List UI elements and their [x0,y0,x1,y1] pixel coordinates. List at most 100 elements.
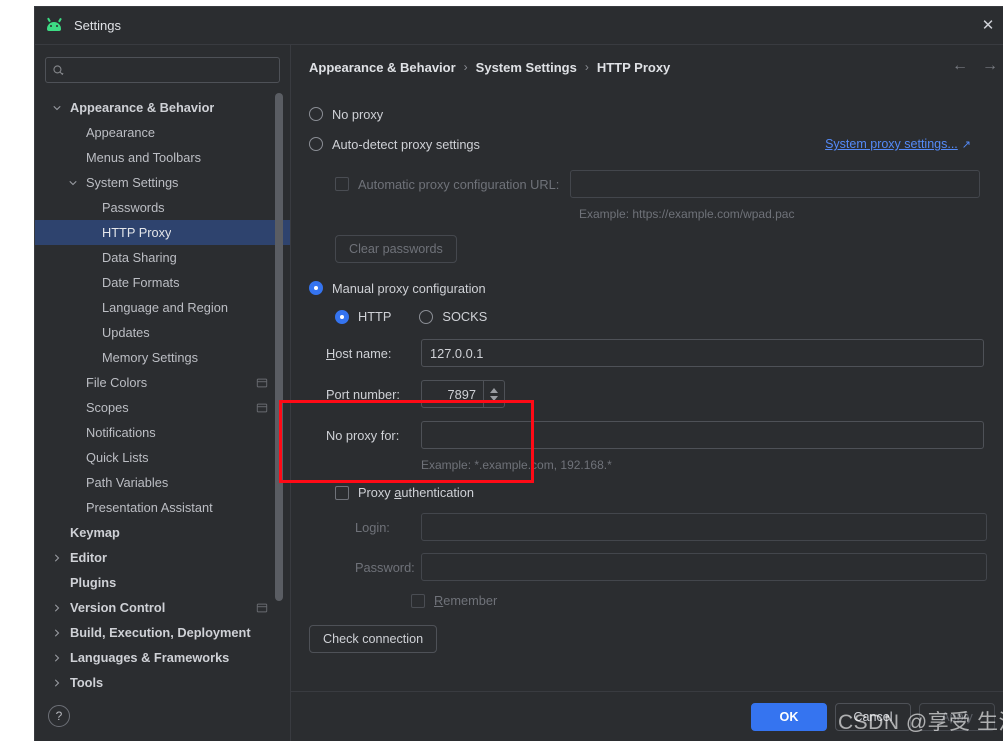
auto-config-url-row: Automatic proxy configuration URL: [309,170,987,198]
port-number-label: Port number: [326,386,400,402]
sidebar-item-label: HTTP Proxy [102,225,172,240]
sidebar-item-label: File Colors [86,375,148,390]
dialog-titlebar: Settings ✕ [35,7,1003,45]
spinner-down-icon[interactable] [490,395,498,401]
auto-config-url-input[interactable] [570,170,980,198]
manual-proxy-radio[interactable] [309,281,323,295]
sidebar-item-label: Notifications [86,425,156,440]
host-name-input[interactable]: 127.0.0.1 [421,339,984,367]
breadcrumb-item-1[interactable]: System Settings [476,60,577,75]
sidebar-item-label: Path Variables [86,475,169,490]
http-proxy-form: No proxy Auto-detect proxy settings Syst… [279,89,1003,691]
auto-detect-radio[interactable] [309,137,323,151]
sidebar-item-updates[interactable]: Updates [35,320,290,345]
port-number-input[interactable]: 7897 [421,380,483,408]
sidebar-item-plugins[interactable]: Plugins [35,570,290,595]
port-number-spin-buttons[interactable] [483,380,505,408]
sidebar-item-label: Updates [102,325,150,340]
check-connection-button[interactable]: Check connection [309,625,438,653]
sidebar-scrollbar-thumb[interactable] [275,93,283,601]
password-input[interactable] [421,553,987,581]
option-auto-detect[interactable]: Auto-detect proxy settings System proxy … [309,129,987,159]
host-name-row: Host name: 127.0.0.1 [309,339,987,367]
system-proxy-settings-link[interactable]: System proxy settings... ↗ [825,137,971,151]
sidebar-item-file-colors[interactable]: File Colors [35,370,290,395]
forward-arrow-icon[interactable]: → [981,58,999,74]
sidebar-item-tools[interactable]: Tools [35,670,290,691]
chevron-right-icon[interactable] [49,603,65,613]
sidebar-item-path-variables[interactable]: Path Variables [35,470,290,495]
sidebar-item-quick-lists[interactable]: Quick Lists [35,445,290,470]
close-icon[interactable]: ✕ [973,7,1003,43]
proxy-authentication-row[interactable]: Proxy authentication [309,485,987,500]
sidebar-item-language-and-region[interactable]: Language and Region [35,295,290,320]
project-scope-icon [256,402,268,417]
help-row: ? [35,691,290,741]
breadcrumb-item-0[interactable]: Appearance & Behavior [309,60,456,75]
spinner-up-icon[interactable] [490,387,498,393]
sidebar-item-appearance-behavior[interactable]: Appearance & Behavior [35,95,290,120]
breadcrumb-item-2[interactable]: HTTP Proxy [597,60,670,75]
search-input[interactable] [65,62,273,78]
sidebar-item-label: Appearance & Behavior [70,100,215,115]
option-manual-proxy[interactable]: Manual proxy configuration [309,273,987,303]
sidebar-item-scopes[interactable]: Scopes [35,395,290,420]
sidebar-item-languages-frameworks[interactable]: Languages & Frameworks [35,645,290,670]
chevron-right-icon[interactable] [49,678,65,688]
port-number-row: Port number: 7897 [309,380,987,408]
no-proxy-for-example: Example: *.example.com, 192.168.* [421,458,612,472]
no-proxy-label: No proxy [332,106,384,122]
sidebar-item-label: Date Formats [102,275,180,290]
sidebar-item-menus-and-toolbars[interactable]: Menus and Toolbars [35,145,290,170]
settings-sidebar: Appearance & Behavior Appearance Menus and… [35,45,290,741]
sidebar-item-presentation-assistant[interactable]: Presentation Assistant [35,495,290,520]
socks-radio[interactable] [419,309,434,324]
sidebar-item-memory-settings[interactable]: Memory Settings [35,345,290,370]
remember-checkbox[interactable] [411,593,425,608]
sidebar-item-label: Editor [70,550,107,565]
apply-button[interactable]: Apply [919,702,995,731]
sidebar-item-http-proxy[interactable]: HTTP Proxy [35,220,290,245]
settings-dialog: Settings ✕ Appearance & Behavior Appeara… [34,6,1003,741]
ok-button[interactable]: OK [751,702,827,731]
external-link-icon: ↗ [961,139,971,151]
password-label: Password: [355,559,415,575]
check-connection-row: Check connection [309,625,987,653]
sidebar-item-version-control[interactable]: Version Control [35,595,290,620]
chevron-right-icon[interactable] [49,653,65,663]
back-arrow-icon[interactable]: ← [951,58,969,74]
proxy-authentication-checkbox[interactable] [335,485,349,500]
sidebar-item-label: Passwords [102,200,165,215]
chevron-down-icon[interactable] [49,103,65,113]
clear-passwords-button[interactable]: Clear passwords [335,235,457,263]
chevron-right-icon[interactable] [49,553,65,563]
remember-row: Remember [309,593,987,608]
sidebar-item-editor[interactable]: Editor [35,545,290,570]
sidebar-item-label: Plugins [70,575,117,590]
sidebar-item-label: Appearance [86,125,156,140]
auto-config-url-checkbox[interactable] [335,177,349,191]
sidebar-item-notifications[interactable]: Notifications [35,420,290,445]
dialog-footer: OK Cancel Apply [291,691,1003,741]
search-box[interactable] [45,57,280,83]
protocol-row: HTTP SOCKS [335,309,987,324]
sidebar-item-appearance[interactable]: Appearance [35,120,290,145]
sidebar-item-build-execution-deployment[interactable]: Build, Execution, Deployment [35,620,290,645]
help-icon[interactable]: ? [48,705,70,727]
sidebar-item-data-sharing[interactable]: Data Sharing [35,245,290,270]
http-radio[interactable] [335,309,349,324]
login-input[interactable] [421,513,987,541]
no-proxy-radio[interactable] [309,107,323,121]
sidebar-item-date-formats[interactable]: Date Formats [35,270,290,295]
dialog-body: Appearance & Behavior Appearance Menus and… [35,45,1003,741]
sidebar-item-system-settings[interactable]: System Settings [35,170,290,195]
no-proxy-for-input[interactable] [421,421,984,449]
option-no-proxy[interactable]: No proxy [309,99,987,129]
sidebar-item-passwords[interactable]: Passwords [35,195,290,220]
nav-arrows: ← → [951,58,999,74]
chevron-down-icon[interactable] [65,178,81,188]
port-number-stepper[interactable]: 7897 [421,380,505,408]
cancel-button[interactable]: Cancel [835,702,911,731]
sidebar-item-keymap[interactable]: Keymap [35,520,290,545]
chevron-right-icon[interactable] [49,628,65,638]
